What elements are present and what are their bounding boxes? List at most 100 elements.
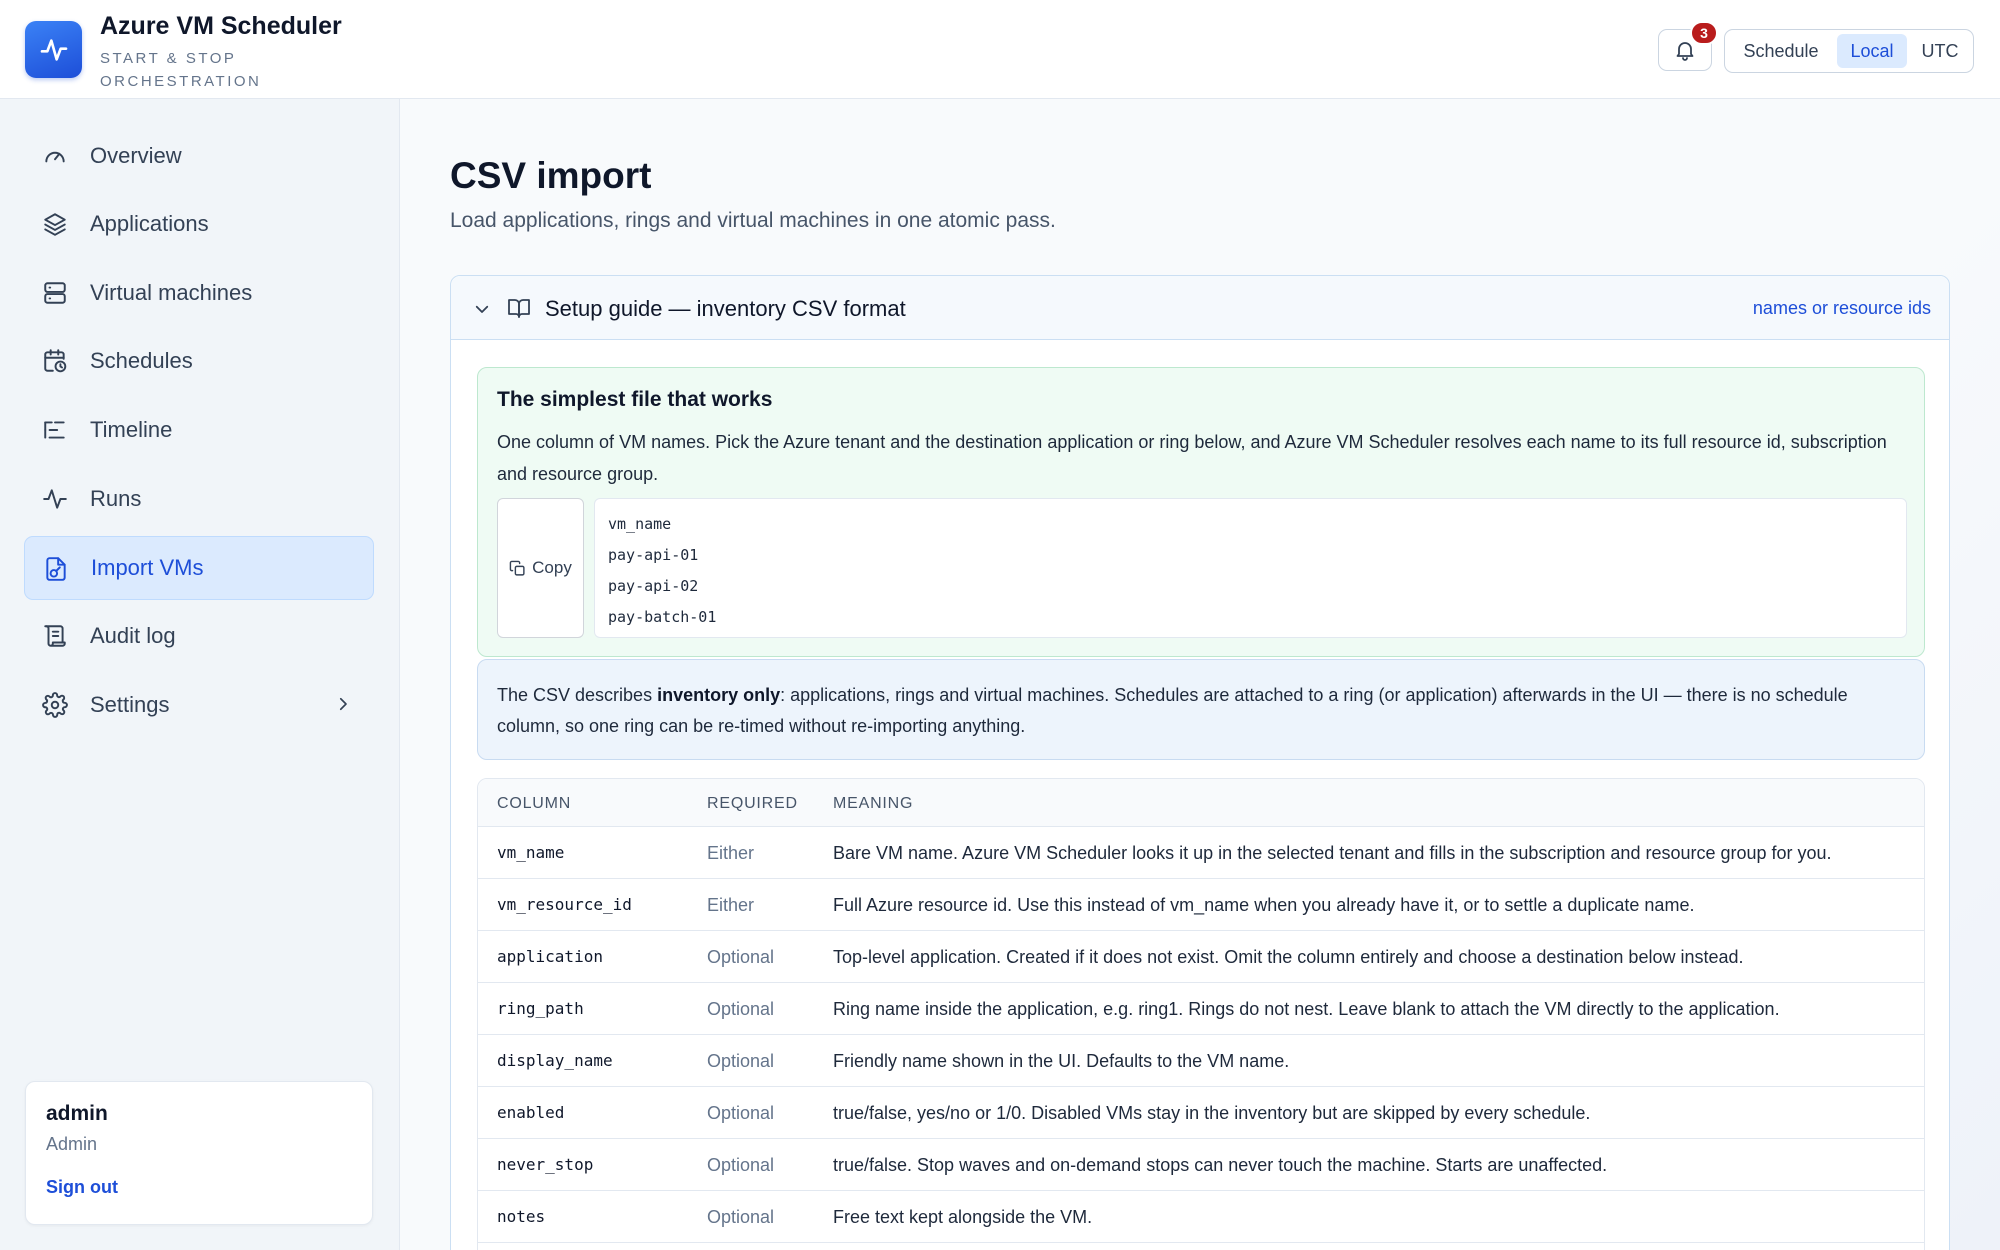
schedule-time-button[interactable]: Schedule — [1731, 34, 1831, 68]
chevron-down-icon — [475, 305, 489, 313]
column-required: Optional — [707, 1207, 775, 1227]
sidebar-item-import-vms[interactable]: Import VMs — [24, 536, 374, 600]
column-meaning: Full Azure resource id. Use this instead… — [833, 895, 1695, 915]
column-required: Optional — [707, 1103, 775, 1123]
column-required: Optional — [707, 1051, 775, 1071]
info-text-bold: inventory only — [657, 685, 781, 705]
column-name: ring_path — [497, 999, 584, 1018]
sidebar-item-settings[interactable]: Settings — [24, 673, 374, 737]
top-bar: Azure VM Scheduler START & STOP ORCHESTR… — [0, 0, 2000, 99]
code-line: vm_name — [608, 515, 672, 533]
scroll-icon — [44, 625, 66, 647]
timeline-icon — [44, 421, 65, 439]
table-row: vm_name Either Bare VM name. Azure VM Sc… — [478, 827, 1924, 879]
table-header: COLUMN REQUIRED MEANING — [478, 779, 1924, 827]
inventory-info-box: The CSV describes inventory only: applic… — [477, 659, 1925, 760]
copy-icon — [509, 560, 525, 576]
sidebar-item-label: Virtual machines — [90, 280, 253, 305]
column-name: display_name — [497, 1051, 613, 1070]
column-required: Optional — [707, 999, 775, 1019]
sidebar-item-label: Import VMs — [91, 555, 204, 580]
chevron-right-icon — [339, 697, 347, 711]
activity-icon — [40, 38, 67, 61]
code-line: pay-api-01 — [608, 546, 699, 564]
setup-guide-header[interactable]: Setup guide — inventory CSV format names… — [451, 276, 1949, 340]
sidebar-item-applications[interactable]: Applications — [24, 192, 374, 256]
column-name: never_stop — [497, 1155, 594, 1174]
column-meaning: Bare VM name. Azure VM Scheduler looks i… — [833, 843, 1832, 863]
main-content: CSV import Load applications, rings and … — [401, 99, 2000, 1250]
sign-out-link[interactable]: Sign out — [46, 1177, 118, 1198]
csv-columns-table: COLUMN REQUIRED MEANING vm_name Either B… — [477, 778, 1925, 1250]
code-line: pay-api-02 — [608, 577, 699, 595]
file-import-icon — [46, 557, 66, 581]
csv-code-sample: vm_name pay-api-01 pay-api-02 pay-batch-… — [594, 498, 1907, 638]
column-meaning: Top-level application. Created if it doe… — [833, 947, 1744, 967]
column-name: enabled — [497, 1103, 565, 1122]
sidebar-item-overview[interactable]: Overview — [24, 124, 374, 188]
simplest-file-title: The simplest file that works — [497, 388, 773, 411]
app-title: Azure VM Scheduler — [100, 12, 342, 40]
sidebar-item-label: Overview — [90, 143, 182, 168]
user-card: admin Admin Sign out — [25, 1081, 373, 1225]
utc-time-button[interactable]: UTC — [1911, 34, 1969, 68]
header-column: COLUMN — [497, 795, 572, 812]
sidebar-item-virtual-machines[interactable]: Virtual machines — [24, 261, 374, 325]
local-time-button[interactable]: Local — [1837, 34, 1907, 68]
sidebar-item-runs[interactable]: Runs — [24, 467, 374, 531]
column-meaning: true/false. Stop waves and on-demand sto… — [833, 1155, 1608, 1175]
simplest-file-box: The simplest file that works One column … — [477, 367, 1925, 657]
column-name: vm_resource_id — [497, 895, 632, 914]
code-line: pay-batch-01 — [608, 608, 717, 626]
column-meaning: Ring name inside the application, e.g. r… — [833, 999, 1780, 1019]
column-meaning: Friendly name shown in the UI. Defaults … — [833, 1051, 1290, 1071]
table-row: notes Optional Free text kept alongside … — [478, 1191, 1924, 1243]
simplest-file-text: One column of VM names. Pick the Azure t… — [497, 432, 1887, 484]
calendar-clock-icon — [44, 349, 67, 373]
table-row: application Optional Top-level applicati… — [478, 931, 1924, 983]
sidebar-item-timeline[interactable]: Timeline — [24, 398, 374, 462]
sidebar-item-schedules[interactable]: Schedules — [24, 329, 374, 393]
activity-icon — [43, 489, 67, 509]
table-row: ring_path Optional Ring name inside the … — [478, 983, 1924, 1035]
user-name: admin — [46, 1102, 108, 1125]
column-name: notes — [497, 1207, 546, 1226]
table-row: display_name Optional Friendly name show… — [478, 1035, 1924, 1087]
app-logo — [25, 21, 82, 78]
column-required: Either — [707, 843, 755, 863]
setup-guide-panel: Setup guide — inventory CSV format names… — [450, 275, 1950, 1250]
column-name: vm_name — [497, 843, 565, 862]
column-required: Optional — [707, 1155, 775, 1175]
copy-button-label: Copy — [532, 558, 572, 577]
header-meaning: MEANING — [833, 795, 914, 812]
sidebar-item-label: Audit log — [90, 623, 176, 648]
page-title: CSV import — [450, 155, 652, 196]
table-row: never_stop Optional true/false. Stop wav… — [478, 1139, 1924, 1191]
copy-button[interactable]: Copy — [497, 498, 584, 638]
layers-icon — [44, 213, 66, 236]
page-subtitle: Load applications, rings and virtual mac… — [450, 209, 1056, 232]
sidebar-item-label: Runs — [90, 486, 142, 511]
sidebar-item-label: Settings — [90, 692, 170, 717]
sidebar-item-audit-log[interactable]: Audit log — [24, 604, 374, 668]
sidebar: Overview Applications Virtual machines S… — [0, 99, 400, 1250]
server-icon — [44, 282, 66, 304]
column-meaning: Free text kept alongside the VM. — [833, 1207, 1093, 1227]
header-required: REQUIRED — [707, 795, 798, 812]
app-subtitle: START & STOP ORCHESTRATION — [100, 50, 262, 90]
notification-count-badge: 3 — [1690, 21, 1718, 45]
names-or-ids-link[interactable]: names or resource ids — [1753, 298, 1931, 319]
time-mode-toggle: Schedule Local UTC — [1724, 29, 1974, 73]
column-required: Either — [707, 895, 755, 915]
sidebar-item-label: Schedules — [90, 348, 193, 373]
setup-guide-title: Setup guide — inventory CSV format — [545, 296, 906, 321]
table-row: enabled Optional true/false, yes/no or 1… — [478, 1087, 1924, 1139]
sidebar-item-label: Timeline — [90, 417, 173, 442]
user-role: Admin — [46, 1134, 98, 1154]
book-open-icon — [508, 299, 530, 318]
sidebar-item-label: Applications — [90, 211, 209, 236]
column-meaning: true/false, yes/no or 1/0. Disabled VMs … — [833, 1103, 1591, 1123]
info-text-prefix: The CSV describes — [497, 685, 658, 705]
column-name: application — [497, 947, 603, 966]
gauge-icon — [45, 151, 65, 163]
